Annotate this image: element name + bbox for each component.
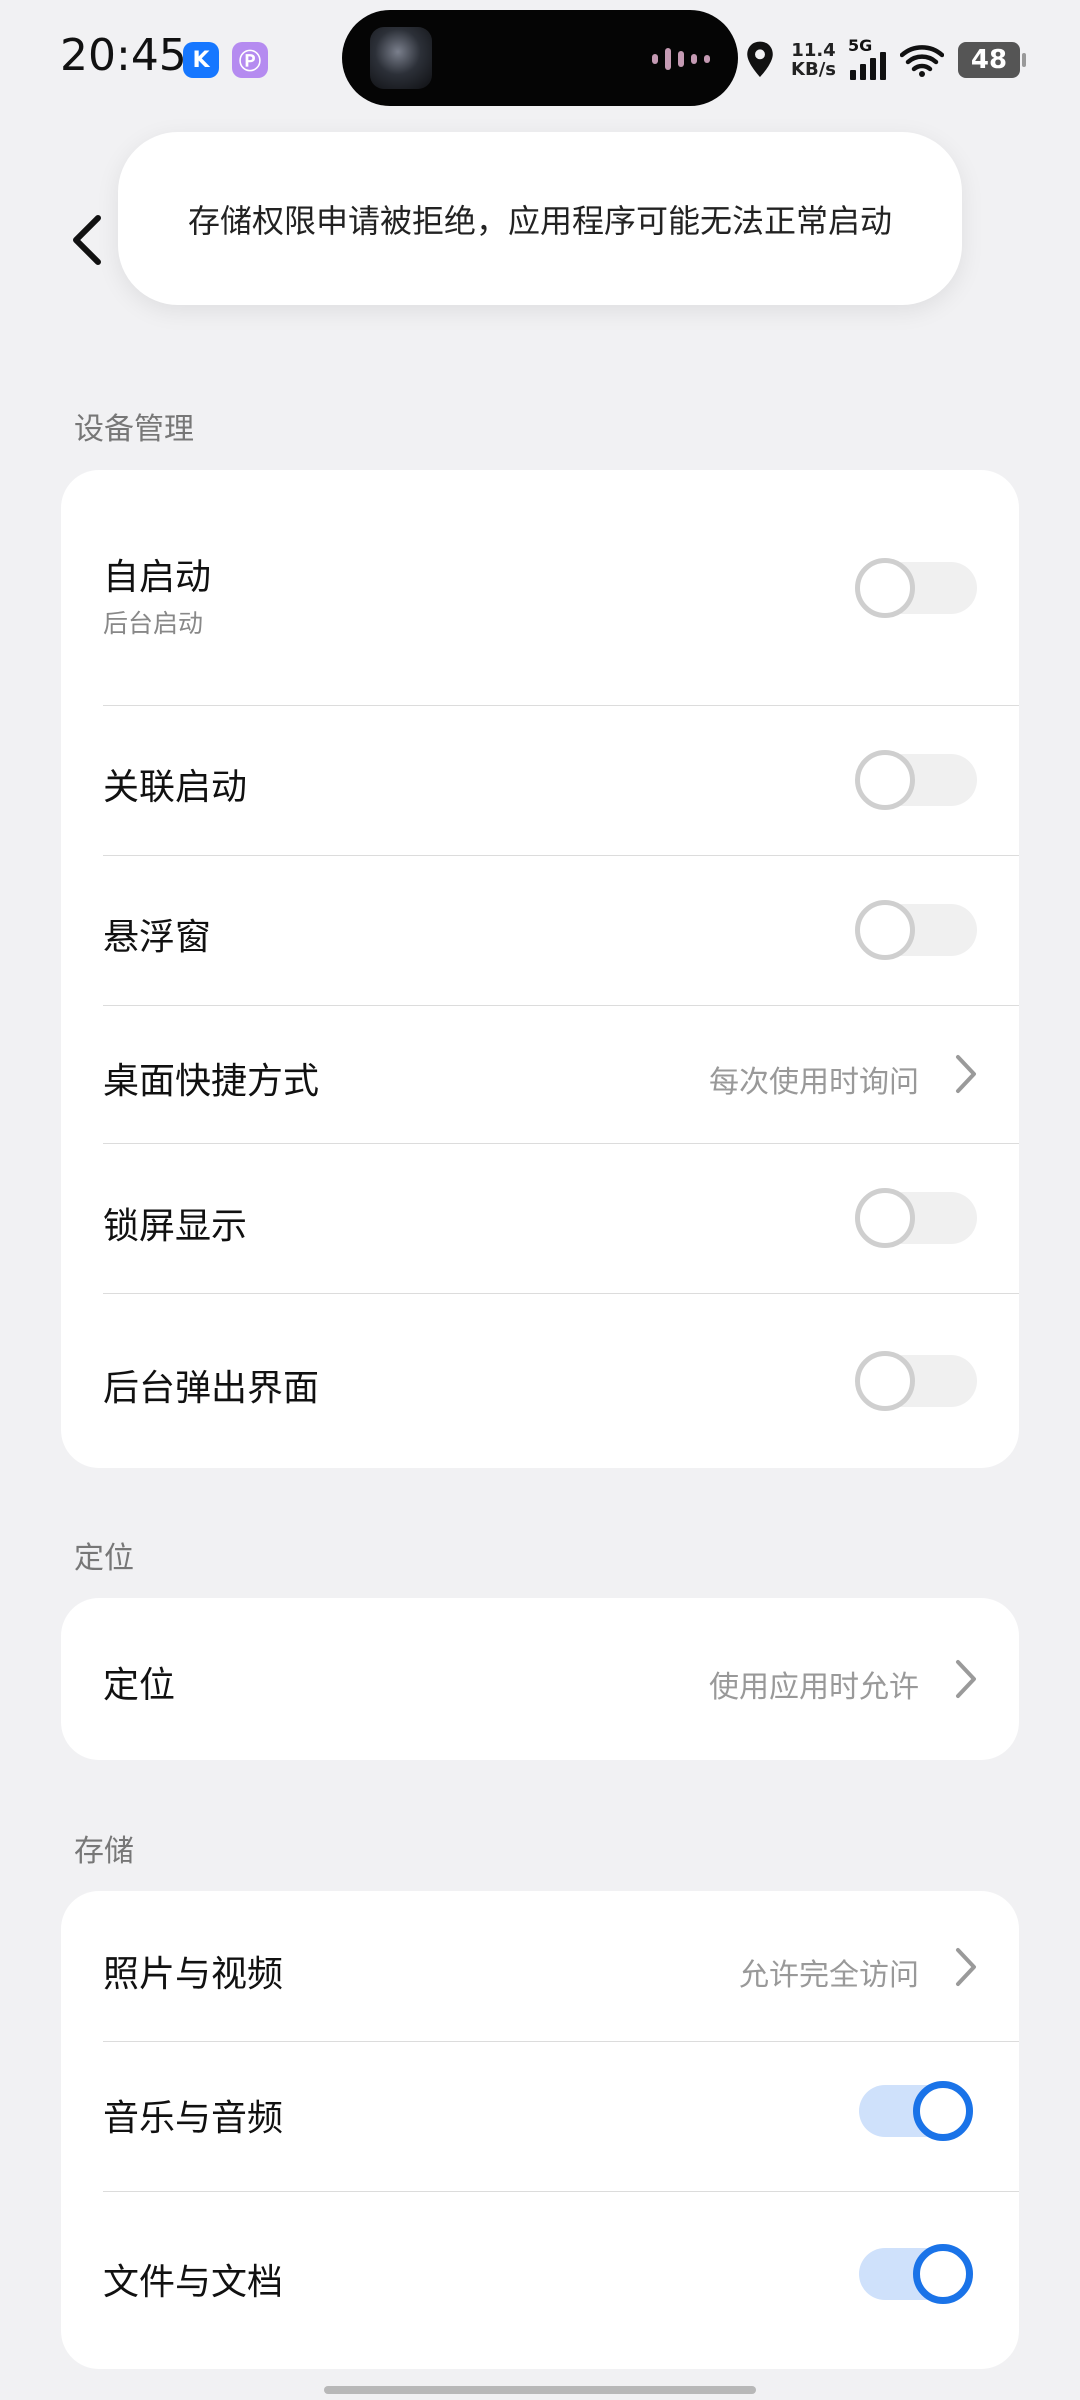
network-type: 5G: [848, 36, 873, 55]
row-location[interactable]: 定位 使用应用时允许: [61, 1598, 1019, 1760]
row-background-popup[interactable]: 后台弹出界面: [61, 1293, 1019, 1468]
permission-denied-toast: 存储权限申请被拒绝，应用程序可能无法正常启动: [118, 132, 962, 305]
storage-card: 照片与视频 允许完全访问 音乐与音频 文件与文档: [61, 1891, 1019, 2369]
location-value: 使用应用时允许: [709, 1670, 919, 1705]
row-floating-window[interactable]: 悬浮窗: [61, 855, 1019, 1005]
desktop-shortcut-label: 桌面快捷方式: [103, 1061, 320, 1102]
row-files-docs[interactable]: 文件与文档: [61, 2191, 1019, 2369]
auto-start-sub: 后台启动: [103, 609, 204, 638]
battery-icon: 48: [958, 42, 1026, 78]
desktop-shortcut-value: 每次使用时询问: [709, 1065, 919, 1100]
status-time: 20:45: [60, 30, 187, 81]
audio-wave-icon: [652, 48, 710, 70]
linked-start-toggle[interactable]: [855, 750, 977, 810]
row-auto-start[interactable]: 自启动 后台启动: [61, 470, 1019, 705]
floating-window-toggle[interactable]: [855, 900, 977, 960]
files-docs-toggle[interactable]: [859, 2244, 977, 2304]
photos-videos-label: 照片与视频: [103, 1954, 284, 1995]
home-indicator[interactable]: [324, 2386, 756, 2394]
chevron-right-icon: [956, 1948, 976, 1986]
row-linked-start[interactable]: 关联启动: [61, 705, 1019, 855]
row-lock-screen[interactable]: 锁屏显示: [61, 1143, 1019, 1293]
notification-app-p-icon: Ⓟ: [232, 42, 268, 78]
background-popup-label: 后台弹出界面: [103, 1368, 320, 1409]
media-cover-icon: [370, 27, 432, 89]
status-indicators: 11.4 KB/s 5G 48: [743, 30, 1026, 90]
wifi-icon: [900, 45, 944, 77]
device-management-card: 自启动 后台启动 关联启动 悬浮窗 桌面快捷方式 每次使用时询问 锁屏显示 后台…: [61, 470, 1019, 1468]
location-card: 定位 使用应用时允许: [61, 1598, 1019, 1760]
auto-start-label: 自启动: [103, 557, 212, 598]
network-speed-value: 11.4: [791, 40, 836, 61]
location-label: 定位: [103, 1665, 176, 1706]
back-arrow-icon[interactable]: [66, 212, 106, 268]
chevron-right-icon: [956, 1660, 976, 1698]
linked-start-label: 关联启动: [103, 767, 248, 808]
cellular-signal-icon: 5G: [848, 36, 886, 80]
chevron-right-icon: [956, 1055, 976, 1093]
section-title-location: 定位: [74, 1541, 134, 1576]
background-popup-toggle[interactable]: [855, 1351, 977, 1411]
permissions-screen: 20:45 K Ⓟ 11.4 KB/s 5G 48 存储权限申请被拒绝，应用程序…: [0, 0, 1080, 2400]
status-bar: 20:45 K Ⓟ 11.4 KB/s 5G 48: [0, 0, 1080, 120]
network-speed: 11.4 KB/s: [791, 41, 836, 79]
photos-videos-value: 允许完全访问: [739, 1958, 919, 1993]
network-speed-unit: KB/s: [791, 59, 836, 80]
row-desktop-shortcut[interactable]: 桌面快捷方式 每次使用时询问: [61, 1005, 1019, 1143]
music-audio-label: 音乐与音频: [103, 2098, 284, 2139]
music-audio-toggle[interactable]: [859, 2081, 977, 2141]
files-docs-label: 文件与文档: [103, 2262, 284, 2303]
section-title-storage: 存储: [74, 1834, 134, 1869]
notification-app-k-icon: K: [183, 42, 219, 78]
section-title-device: 设备管理: [74, 412, 194, 447]
dynamic-island[interactable]: [342, 10, 738, 106]
auto-start-toggle[interactable]: [855, 558, 977, 618]
row-music-audio[interactable]: 音乐与音频: [61, 2041, 1019, 2191]
row-photos-videos[interactable]: 照片与视频 允许完全访问: [61, 1891, 1019, 2041]
lock-screen-toggle[interactable]: [855, 1188, 977, 1248]
location-pin-icon: [747, 41, 773, 77]
lock-screen-label: 锁屏显示: [103, 1206, 248, 1247]
floating-window-label: 悬浮窗: [103, 917, 212, 958]
